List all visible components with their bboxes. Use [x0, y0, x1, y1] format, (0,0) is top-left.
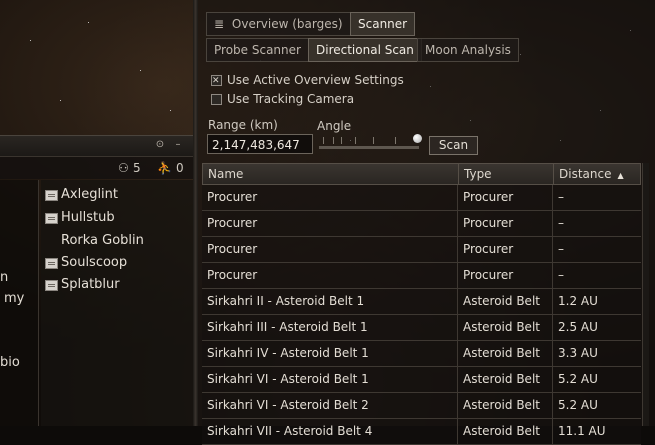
- star: [60, 100, 61, 101]
- cell-name: Procurer: [202, 211, 458, 236]
- range-input[interactable]: 2,147,483,647: [207, 134, 313, 154]
- chat-window-header[interactable]: ⊙ –: [0, 135, 193, 157]
- table-row[interactable]: Sirkahri III - Asteroid Belt 1 Asteroid B…: [202, 315, 641, 341]
- cell-name: Sirkahri VII - Asteroid Belt 4: [202, 419, 458, 444]
- column-name[interactable]: Name: [203, 164, 459, 184]
- cell-distance: 2.5 AU: [558, 320, 598, 334]
- cell-type: Procurer: [458, 211, 553, 236]
- table-row[interactable]: Procurer Procurer –: [202, 211, 641, 237]
- table-row[interactable]: Procurer Procurer –: [202, 237, 641, 263]
- cell-name: Sirkahri IV - Asteroid Belt 1: [202, 341, 458, 366]
- tab-overview-barges[interactable]: ≣ Overview (barges): [206, 12, 351, 36]
- member-icon: [45, 213, 58, 224]
- pilot-icon: ⚇: [118, 161, 129, 175]
- cell-type: Procurer: [458, 237, 553, 262]
- cell-name: Sirkahri VI - Asteroid Belt 2: [202, 393, 458, 418]
- minimize-icon[interactable]: –: [172, 139, 184, 151]
- cell-type: Asteroid Belt: [458, 419, 553, 444]
- pilot-count: 5: [133, 161, 141, 175]
- table-row[interactable]: Sirkahri IV - Asteroid Belt 1 Asteroid Be…: [202, 341, 641, 367]
- member-item[interactable]: Rorka Goblin: [43, 231, 191, 251]
- star: [30, 40, 31, 41]
- star: [140, 70, 141, 71]
- results-table: Name Type Distance ▲ Procurer Procurer – Pro…: [202, 163, 641, 445]
- angle-slider[interactable]: [319, 134, 422, 152]
- cell-name: Procurer: [202, 185, 458, 210]
- table-row[interactable]: Sirkahri VI - Asteroid Belt 1 Asteroid Be…: [202, 367, 641, 393]
- tab-scanner[interactable]: Scanner: [350, 12, 416, 36]
- cell-type: Asteroid Belt: [458, 289, 553, 314]
- table-row[interactable]: Sirkahri II - Asteroid Belt 1 Asteroid Be…: [202, 289, 641, 315]
- member-item[interactable]: Hullstub: [43, 208, 191, 228]
- table-header: Name Type Distance ▲: [202, 163, 641, 185]
- cell-type: Procurer: [458, 263, 553, 288]
- cell-type: Asteroid Belt: [458, 393, 553, 418]
- cell-distance: 5.2 AU: [558, 372, 598, 386]
- cell-distance: –: [558, 268, 564, 282]
- cell-name: Sirkahri VI - Asteroid Belt 1: [202, 367, 458, 392]
- cell-type: Asteroid Belt: [458, 315, 553, 340]
- chat-member-counts: ⚇ 5 ⛹ 0: [0, 157, 193, 179]
- table-scrollbar[interactable]: [642, 163, 649, 426]
- cell-name: Sirkahri II - Asteroid Belt 1: [202, 289, 458, 314]
- other-count: 0: [176, 161, 184, 175]
- member-list[interactable]: Axleglint Hullstub Rorka Goblin Soulscoo…: [41, 180, 193, 426]
- settings-icon[interactable]: ⊙: [154, 139, 166, 151]
- table-row[interactable]: Sirkahri VI - Asteroid Belt 2 Asteroid Be…: [202, 393, 641, 419]
- range-label: Range (km): [208, 118, 278, 132]
- cell-distance: 5.2 AU: [558, 398, 598, 412]
- cell-name: Sirkahri III - Asteroid Belt 1: [202, 315, 458, 340]
- chat-line: my: [4, 291, 25, 306]
- chat-line: bio: [0, 355, 20, 370]
- checkbox-active-overview[interactable]: [211, 73, 222, 89]
- cell-name: Procurer: [202, 237, 458, 262]
- table-row[interactable]: Procurer Procurer –: [202, 185, 641, 211]
- star: [88, 22, 89, 23]
- slider-handle[interactable]: [413, 134, 422, 143]
- column-type[interactable]: Type: [459, 164, 554, 184]
- table-row[interactable]: Sirkahri VII - Asteroid Belt 4 Asteroid B…: [202, 419, 641, 445]
- tab-directional-scan[interactable]: Directional Scan: [308, 38, 422, 62]
- drone-icon: ⛹: [157, 161, 172, 175]
- table-row[interactable]: Procurer Procurer –: [202, 263, 641, 289]
- cell-distance: –: [558, 190, 564, 204]
- cell-distance: –: [558, 216, 564, 230]
- tab-probe-scanner[interactable]: Probe Scanner: [206, 38, 309, 62]
- cell-distance: 1.2 AU: [558, 294, 598, 308]
- list-icon: ≣: [214, 17, 225, 31]
- cell-type: Asteroid Belt: [458, 367, 553, 392]
- star: [170, 110, 171, 111]
- cell-type: Procurer: [458, 185, 553, 210]
- scanner-window: ≣ Overview (barges) Scanner Probe Scanne…: [198, 0, 655, 445]
- cell-distance: –: [558, 242, 564, 256]
- cell-distance: 3.3 AU: [558, 346, 598, 360]
- member-item[interactable]: Splatblur: [43, 275, 191, 295]
- chat-line: n: [0, 270, 9, 285]
- member-icon: [45, 280, 58, 291]
- cell-name: Procurer: [202, 263, 458, 288]
- checkbox-tracking-camera[interactable]: [211, 94, 222, 105]
- sort-ascending-icon: ▲: [617, 171, 624, 180]
- column-distance[interactable]: Distance ▲: [554, 164, 640, 184]
- scan-button[interactable]: Scan: [429, 136, 478, 155]
- member-item[interactable]: Axleglint: [43, 185, 191, 205]
- cell-type: Asteroid Belt: [458, 341, 553, 366]
- angle-label: Angle: [317, 119, 352, 133]
- cell-distance: 11.1 AU: [558, 424, 606, 438]
- tab-moon-analysis[interactable]: Moon Analysis: [417, 38, 519, 62]
- member-item[interactable]: Soulscoop: [43, 253, 191, 273]
- chat-messages[interactable]: n my bio: [0, 180, 39, 426]
- member-icon: [45, 190, 58, 201]
- member-icon: [45, 258, 58, 269]
